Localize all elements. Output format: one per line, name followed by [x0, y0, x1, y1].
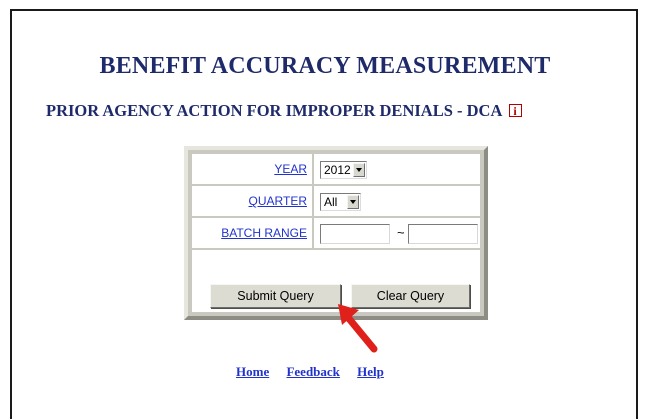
- subtitle-text: PRIOR AGENCY ACTION FOR IMPROPER DENIALS…: [46, 101, 502, 120]
- page-subtitle: PRIOR AGENCY ACTION FOR IMPROPER DENIALS…: [46, 101, 522, 121]
- page-title: BENEFIT ACCURACY MEASUREMENT: [99, 53, 551, 79]
- annotation-arrow-icon: [338, 304, 378, 353]
- year-select[interactable]: 2012: [320, 161, 367, 179]
- help-link[interactable]: Help: [357, 364, 384, 379]
- query-form-table: YEAR 2012 QUARTER All BATCH RANGE ~ Subm…: [192, 154, 480, 312]
- feedback-link[interactable]: Feedback: [286, 364, 339, 379]
- batch-range-to-input[interactable]: [408, 224, 478, 244]
- batch-range-link[interactable]: BATCH RANGE: [221, 226, 307, 240]
- quarter-label-cell: QUARTER: [192, 186, 314, 216]
- year-link[interactable]: YEAR: [274, 162, 307, 176]
- batch-range-label-cell: BATCH RANGE: [192, 218, 314, 248]
- year-row: YEAR 2012: [192, 154, 480, 186]
- query-form-panel: YEAR 2012 QUARTER All BATCH RANGE ~ Subm…: [184, 146, 488, 320]
- quarter-link[interactable]: QUARTER: [249, 194, 307, 208]
- chevron-down-icon[interactable]: [353, 163, 365, 177]
- chevron-down-icon[interactable]: [347, 195, 359, 209]
- footer-nav: Home Feedback Help: [236, 364, 398, 380]
- home-link[interactable]: Home: [236, 364, 269, 379]
- submit-query-button[interactable]: Submit Query: [210, 284, 341, 308]
- batch-range-separator: ~: [397, 225, 405, 240]
- quarter-row: QUARTER All: [192, 186, 480, 218]
- year-label-cell: YEAR: [192, 154, 314, 184]
- info-icon[interactable]: i: [508, 104, 522, 117]
- batch-range-row: BATCH RANGE ~: [192, 218, 480, 250]
- quarter-select[interactable]: All: [320, 193, 361, 211]
- year-select-value: 2012: [324, 163, 351, 177]
- batch-range-from-input[interactable]: [320, 224, 390, 244]
- quarter-select-value: All: [324, 195, 338, 209]
